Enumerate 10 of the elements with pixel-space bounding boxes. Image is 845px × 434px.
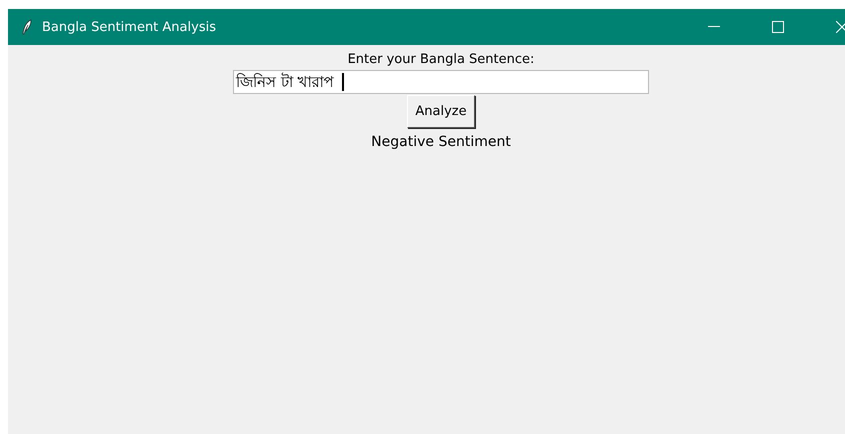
close-icon bbox=[836, 21, 845, 33]
maximize-icon bbox=[772, 21, 784, 33]
text-cursor bbox=[342, 73, 344, 91]
minimize-icon bbox=[708, 26, 720, 28]
sentence-field[interactable]: জিনিস টা খারাপ bbox=[233, 70, 649, 94]
analyze-button[interactable]: Analyze bbox=[407, 95, 475, 128]
result-label: Negative Sentiment bbox=[371, 134, 511, 150]
prompt-label: Enter your Bangla Sentence: bbox=[348, 51, 534, 69]
feather-icon bbox=[22, 19, 32, 35]
window-title: Bangla Sentiment Analysis bbox=[42, 20, 217, 34]
